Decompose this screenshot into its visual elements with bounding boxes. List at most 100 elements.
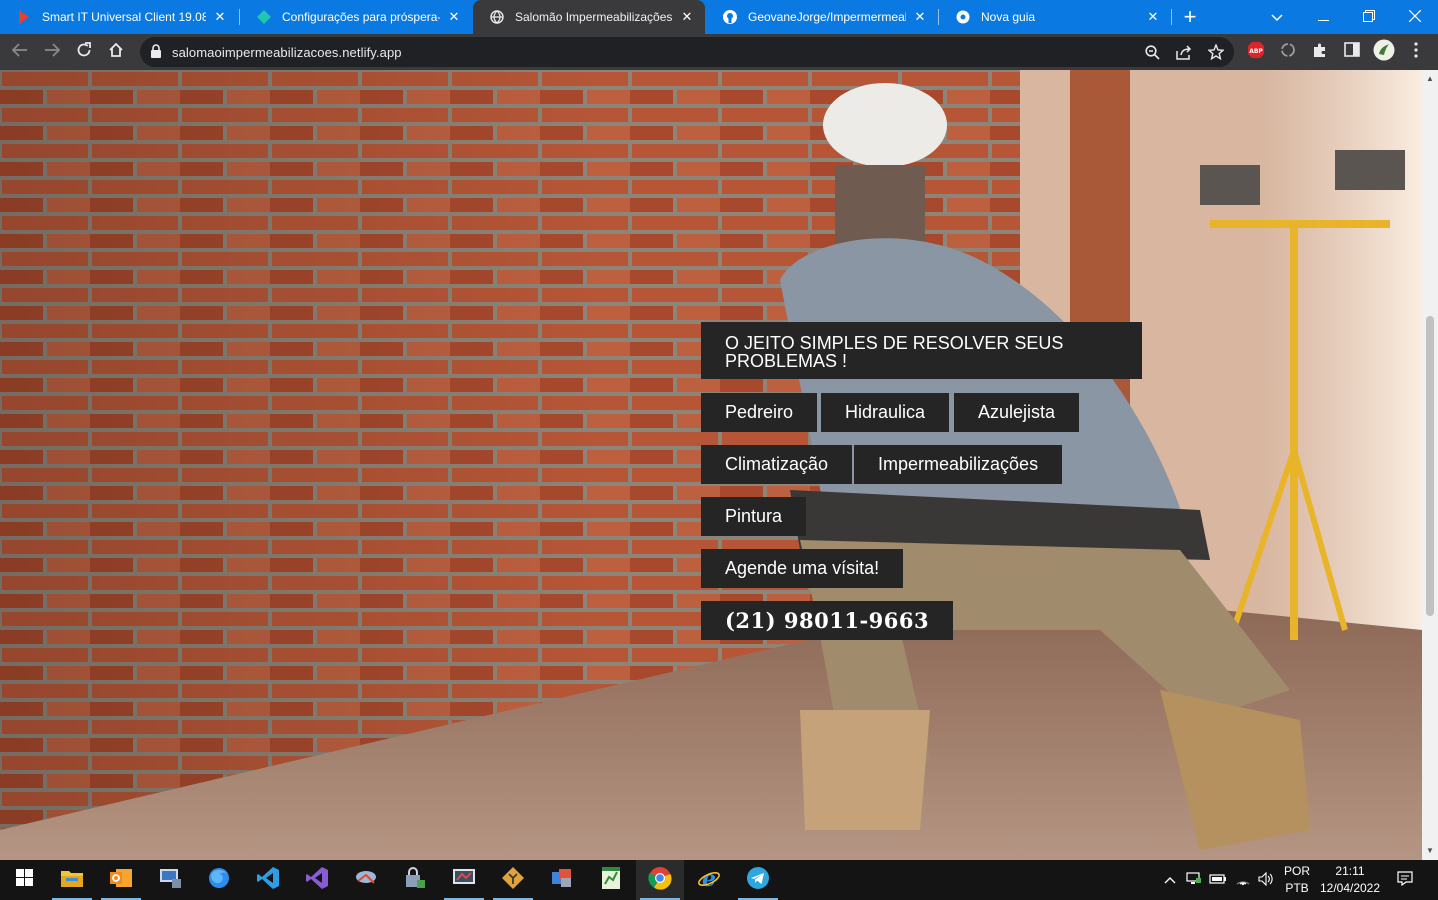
chrome-icon (955, 9, 971, 25)
battery-tray[interactable] (1208, 860, 1228, 900)
share-icon[interactable] (1172, 40, 1196, 64)
bookmark-star-icon[interactable] (1204, 40, 1228, 64)
page-viewport: O JEITO SIMPLES DE RESOLVER SEUS PROBLEM… (0, 70, 1422, 860)
svg-text:ABP: ABP (1249, 48, 1263, 55)
taskbar-app-chart[interactable] (587, 860, 635, 900)
tab-title: Nova guia (981, 10, 1036, 24)
taskbar-visual-studio[interactable] (293, 860, 341, 900)
wifi-tray[interactable] (1233, 860, 1253, 900)
outlook-icon (109, 867, 133, 894)
svg-text:e: e (702, 866, 716, 890)
network-computer-icon (1186, 871, 1202, 889)
url-text: salomaoimpermeabilizacoes.netlify.app (172, 45, 402, 60)
taskbar-git[interactable] (489, 860, 537, 900)
taskbar-vscode[interactable] (244, 860, 292, 900)
close-window-button[interactable] (1392, 0, 1438, 34)
spreadsheet-icon (600, 866, 622, 895)
visual-studio-icon (305, 866, 329, 895)
menu-button[interactable] (1402, 38, 1430, 66)
tab-salomao[interactable]: Salomão Impermeabilizações ✕ (473, 0, 705, 34)
forward-button[interactable] (38, 38, 66, 66)
diamond-icon (256, 9, 272, 25)
taskbar-outlook[interactable] (97, 860, 145, 900)
adblock-extension-button[interactable]: ABP (1242, 38, 1270, 66)
tab-title: Salomão Impermeabilizações (515, 10, 673, 24)
close-icon[interactable]: ✕ (912, 9, 928, 25)
minimize-icon (1317, 9, 1329, 25)
arrow-right-icon (44, 42, 61, 62)
start-button[interactable] (0, 860, 48, 900)
close-icon (1408, 9, 1422, 25)
avatar (1373, 39, 1395, 66)
language-code: POR (1283, 864, 1310, 878)
tab-configuracoes[interactable]: Configurações para próspera-pr ✕ (240, 0, 472, 34)
home-icon (108, 42, 124, 63)
action-center-button[interactable] (1388, 860, 1422, 900)
taskbar-telegram[interactable] (734, 860, 782, 900)
service-azulejista-button[interactable]: Azulejista (954, 393, 1080, 432)
tab-nova-guia[interactable]: Nova guia ✕ (939, 0, 1171, 34)
scroll-up-icon[interactable]: ▲ (1425, 74, 1435, 84)
padlock-icon (403, 866, 427, 894)
back-button[interactable] (6, 38, 34, 66)
chevron-up-icon (1164, 873, 1176, 887)
service-hidraulica-button[interactable]: Hidraulica (821, 393, 950, 432)
monitor-icon (452, 867, 476, 894)
service-impermeabilizacoes-button[interactable]: Impermeabilizações (854, 445, 1063, 484)
reload-button[interactable] (70, 38, 98, 66)
restore-button[interactable] (1346, 0, 1392, 34)
show-hidden-icons-button[interactable] (1160, 860, 1180, 900)
keyboard-layout: PTB (1285, 881, 1309, 895)
restore-icon (1363, 9, 1375, 25)
page-scrollbar[interactable]: ▲ ▼ (1422, 70, 1438, 860)
taskbar-app-security[interactable] (391, 860, 439, 900)
internet-explorer-icon: e (697, 866, 721, 895)
close-icon[interactable]: ✕ (446, 9, 462, 25)
taskbar-firefox[interactable] (195, 860, 243, 900)
zoom-icon[interactable] (1140, 40, 1164, 64)
phone-number[interactable]: (21) 98011-9663 (701, 601, 954, 640)
tab-search-button[interactable] (1254, 0, 1300, 34)
taskbar-app-multi[interactable] (538, 860, 586, 900)
scroll-down-icon[interactable]: ▼ (1425, 846, 1435, 856)
profile-button[interactable] (1370, 38, 1398, 66)
side-panel-button[interactable] (1338, 38, 1366, 66)
taskbar-internet-explorer[interactable]: e (685, 860, 733, 900)
service-pintura-button[interactable]: Pintura (701, 497, 807, 536)
wifi-icon (1235, 872, 1251, 889)
close-icon[interactable]: ✕ (679, 9, 695, 25)
browser-tab-strip: Smart IT Universal Client 19.08 ✕ Config… (0, 0, 1438, 34)
play-icon (16, 9, 32, 25)
extension-button[interactable] (1274, 38, 1302, 66)
tab-github[interactable]: GeovaneJorge/Impermermeabil ✕ (706, 0, 938, 34)
input-language-indicator[interactable]: POR PTB (1280, 860, 1314, 900)
clock[interactable]: 21:11 12/04/2022 (1316, 860, 1384, 900)
taskbar-remote-desktop[interactable] (146, 860, 194, 900)
address-bar[interactable]: salomaoimpermeabilizacoes.netlify.app (140, 37, 1234, 67)
lock-icon (150, 44, 162, 64)
service-climatizacao-button[interactable]: Climatização (701, 445, 853, 484)
minimize-button[interactable] (1300, 0, 1346, 34)
new-tab-button[interactable]: + (1168, 0, 1212, 34)
home-button[interactable] (102, 38, 130, 66)
close-icon[interactable]: ✕ (1145, 9, 1161, 25)
tab-smart-it[interactable]: Smart IT Universal Client 19.08 ✕ (0, 0, 238, 34)
git-icon (501, 866, 525, 895)
service-pedreiro-button[interactable]: Pedreiro (701, 393, 818, 432)
volume-tray[interactable] (1256, 860, 1276, 900)
taskbar-app-satellite[interactable] (342, 860, 390, 900)
schedule-visit-button[interactable]: Agende uma vísita! (701, 549, 904, 588)
taskbar-app-screen[interactable] (440, 860, 488, 900)
browser-toolbar: salomaoimpermeabilizacoes.netlify.app AB… (0, 34, 1438, 70)
clock-time: 21:11 (1335, 864, 1365, 878)
speaker-icon (1258, 871, 1274, 889)
github-icon (722, 9, 738, 25)
chevron-down-icon (1271, 9, 1283, 25)
network-adapter-tray[interactable] (1184, 860, 1204, 900)
close-icon[interactable]: ✕ (212, 9, 228, 25)
taskbar-file-explorer[interactable] (48, 860, 96, 900)
extensions-button[interactable] (1306, 38, 1334, 66)
scrollbar-thumb[interactable] (1426, 316, 1434, 616)
taskbar-chrome[interactable] (636, 860, 684, 900)
firefox-icon (207, 866, 231, 895)
